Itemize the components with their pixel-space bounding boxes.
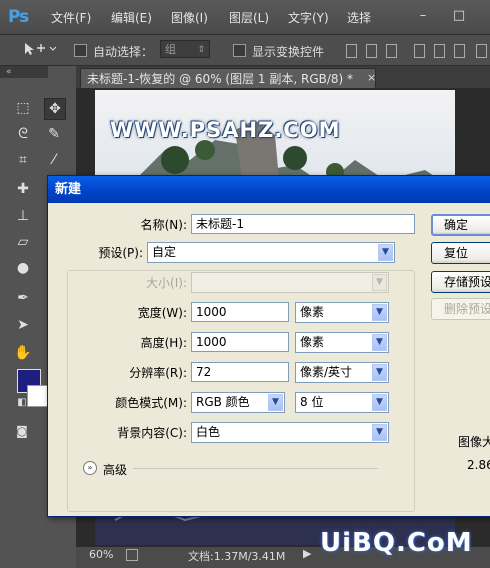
document-tab[interactable]: 未标题-1-恢复的 @ 60% (图层 1 副本, RGB/8) * (80, 68, 376, 88)
options-bar: 自动选择： 组 ⇕ 显示变换控件 (0, 35, 490, 66)
width-unit-value: 像素 (300, 305, 325, 319)
maximize-button[interactable]: □ (448, 6, 470, 26)
default-colors-icon[interactable]: ◧ (12, 393, 32, 413)
menu-file[interactable]: 文件(F) (51, 9, 91, 26)
quick-mask-icon[interactable]: ◙ (12, 421, 32, 441)
canvas-watermark: WWW.PSAHZ.COM (110, 118, 341, 142)
height-label: 高度(H): (140, 336, 187, 350)
chevron-down-icon: ▼ (372, 364, 387, 381)
advanced-expand-icon[interactable]: » (83, 461, 97, 475)
align-vcenter-icon[interactable] (366, 44, 377, 58)
show-transform-checkbox[interactable] (233, 44, 246, 57)
menu-layer[interactable]: 图层(L) (229, 9, 269, 26)
align-top-icon[interactable] (346, 44, 357, 58)
distribute-icon[interactable] (476, 44, 487, 58)
eraser-tool-icon[interactable]: ▱ (13, 232, 33, 252)
lasso-tool-icon[interactable]: ᘓ (13, 124, 33, 144)
dialog-title: 新建 (48, 176, 490, 203)
save-preset-button[interactable]: 存储预设 (431, 271, 490, 293)
zoom-level[interactable]: 60% (89, 548, 113, 561)
chevron-down-icon: ▼ (372, 394, 387, 411)
color-mode-label: 颜色模式(M): (115, 396, 187, 410)
bit-depth-value: 8 位 (300, 395, 324, 409)
chevron-down-icon: ▼ (378, 244, 393, 261)
height-input[interactable]: 1000 (191, 332, 289, 352)
image-size-value: 2.86 (467, 458, 490, 472)
minimize-button[interactable]: – (412, 6, 434, 26)
name-input[interactable]: 未标题-1 (191, 214, 415, 234)
align-left-icon[interactable] (414, 44, 425, 58)
color-mode-value: RGB 颜色 (196, 395, 250, 409)
advanced-label[interactable]: 高级 (103, 461, 127, 478)
color-mode-dropdown[interactable]: RGB 颜色 ▼ (191, 392, 285, 413)
height-unit-value: 像素 (300, 335, 325, 349)
resolution-label: 分辨率(R): (129, 366, 187, 380)
chevron-down-icon: ▼ (268, 394, 283, 411)
site-watermark: UiBQ.CoM (320, 528, 473, 558)
resolution-unit-value: 像素/英寸 (300, 365, 353, 379)
new-document-dialog: 新建 名称(N): 未标题-1 预设(P): 自定 ▼ 大小(I): ▼ 宽度(… (47, 175, 490, 517)
delete-preset-button: 删除预设 (431, 298, 490, 320)
auto-select-dropdown[interactable]: 组 ⇕ (160, 40, 210, 58)
quick-select-tool-icon[interactable]: ✎ (44, 124, 64, 144)
image-size-label: 图像大 (458, 435, 490, 449)
dialog-body: 名称(N): 未标题-1 预设(P): 自定 ▼ 大小(I): ▼ 宽度(W):… (51, 204, 490, 513)
stamp-tool-icon[interactable]: ⊥ (13, 206, 33, 226)
chevron-down-icon: ▼ (372, 334, 387, 351)
move-tool-icon[interactable]: ✥ (44, 98, 66, 120)
stepper-icon: ⇕ (197, 45, 205, 55)
tab-close-icon[interactable]: × (367, 71, 376, 84)
menu-type[interactable]: 文字(Y) (288, 9, 329, 26)
reset-button[interactable]: 复位 (431, 242, 490, 264)
name-label: 名称(N): (140, 218, 187, 232)
show-transform-label: 显示变换控件 (252, 45, 325, 59)
auto-select-label: 自动选择： (93, 45, 154, 59)
height-unit-dropdown[interactable]: 像素 ▼ (295, 332, 389, 353)
preset-label: 预设(P): (91, 244, 145, 261)
resolution-input[interactable]: 72 (191, 362, 289, 382)
advanced-divider (133, 468, 378, 469)
width-input[interactable]: 1000 (191, 302, 289, 322)
menu-image[interactable]: 图像(I) (171, 9, 208, 26)
chevron-down-icon: ▼ (372, 424, 387, 441)
photoshop-logo: Ps (8, 7, 29, 27)
preset-dropdown[interactable]: 自定 ▼ (147, 242, 395, 263)
background-contents-label: 背景内容(C): (117, 426, 187, 440)
path-select-tool-icon[interactable]: ➤ (13, 315, 33, 335)
resolution-unit-dropdown[interactable]: 像素/英寸 ▼ (295, 362, 389, 383)
crop-tool-icon[interactable]: ⌗ (13, 150, 33, 170)
size-dropdown[interactable]: ▼ (191, 272, 389, 293)
size-label: 大小(I): (146, 276, 187, 290)
chevron-down-icon: ▼ (372, 304, 387, 321)
width-unit-dropdown[interactable]: 像素 ▼ (295, 302, 389, 323)
move-tool-options-icon[interactable] (22, 41, 57, 59)
marquee-tool-icon[interactable]: ⬚ (13, 98, 33, 118)
width-label: 宽度(W): (137, 306, 187, 320)
document-size: 文档:1.37M/3.41M (188, 550, 286, 563)
status-menu-arrow-icon[interactable]: ▶ (303, 547, 311, 560)
bit-depth-dropdown[interactable]: 8 位 ▼ (295, 392, 389, 413)
hand-tool-icon[interactable]: ✋ (13, 343, 33, 363)
preset-value: 自定 (152, 245, 177, 259)
align-hcenter-icon[interactable] (434, 44, 445, 58)
auto-select-checkbox[interactable] (74, 44, 87, 57)
align-right-icon[interactable] (454, 44, 465, 58)
chevron-down-icon: ▼ (372, 274, 387, 291)
blur-tool-icon[interactable]: ● (13, 258, 33, 278)
align-bottom-icon[interactable] (386, 44, 397, 58)
ok-button[interactable]: 确定 (431, 214, 490, 236)
menu-select[interactable]: 选择 (347, 9, 371, 26)
background-contents-dropdown[interactable]: 白色 ▼ (191, 422, 389, 443)
pen-tool-icon[interactable]: ✒ (13, 288, 33, 308)
auto-select-value: 组 (165, 43, 176, 56)
healing-brush-tool-icon[interactable]: ✚ (13, 179, 33, 199)
eyedropper-tool-icon[interactable]: ⁄ (44, 150, 64, 170)
toolbox: « ⬚ ✥ ᘓ ✎ ⌗ ⁄ ✚ ✐ ⊥ ↺ ▱ ▭ ● ◐ ✒ T ➤ ▭ ✋ … (0, 66, 66, 546)
toolbox-collapse-icon[interactable]: « (0, 66, 48, 78)
menu-edit[interactable]: 编辑(E) (111, 9, 152, 26)
menu-bar: Ps 文件(F) 编辑(E) 图像(I) 图层(L) 文字(Y) 选择 – □ (0, 0, 490, 35)
status-info-icon[interactable] (126, 549, 138, 561)
background-contents-value: 白色 (196, 425, 221, 439)
